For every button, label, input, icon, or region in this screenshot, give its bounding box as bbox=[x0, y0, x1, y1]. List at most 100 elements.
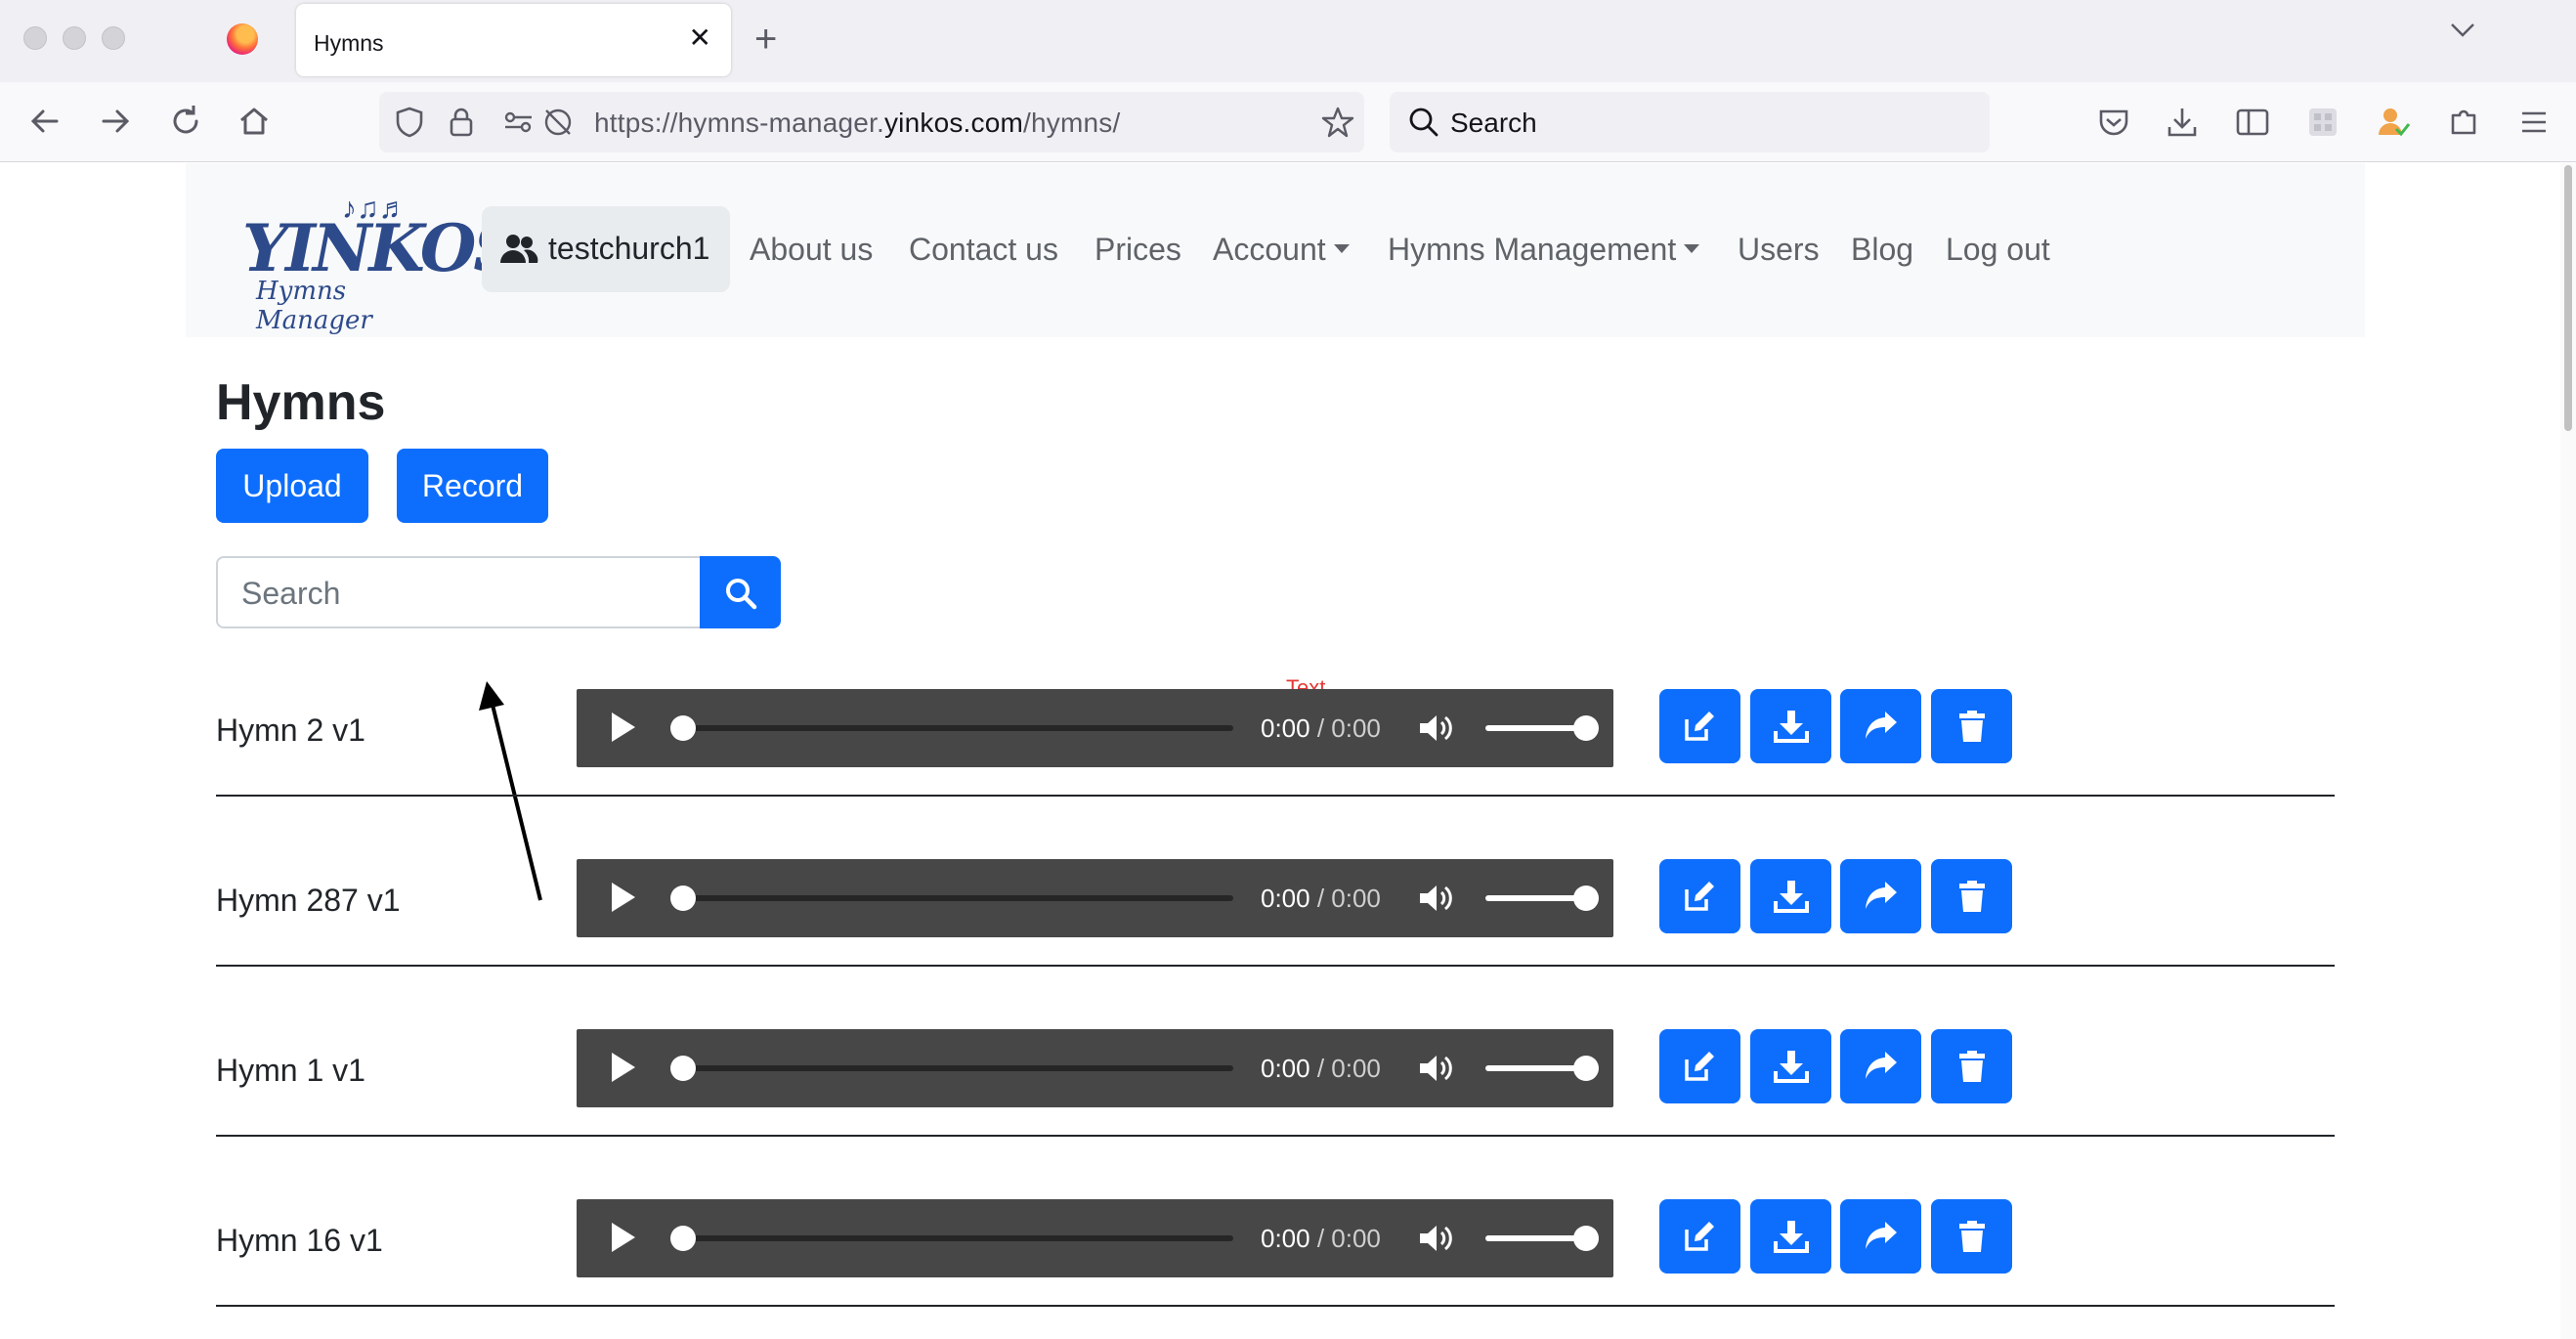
hymn-search-input[interactable]: Search bbox=[216, 556, 700, 628]
page-scrollbar[interactable] bbox=[2560, 163, 2576, 1339]
browser-search-bar[interactable]: Search bbox=[1390, 92, 1990, 152]
seek-knob[interactable] bbox=[670, 1056, 696, 1081]
bookmark-star-icon[interactable] bbox=[1321, 106, 1354, 139]
share-icon bbox=[1866, 1222, 1897, 1249]
share-icon bbox=[1866, 882, 1897, 909]
extension-grid-icon[interactable] bbox=[2304, 104, 2341, 141]
window-minimize-control[interactable] bbox=[63, 26, 86, 50]
play-icon[interactable] bbox=[612, 1053, 635, 1082]
seek-bar[interactable] bbox=[670, 715, 1233, 741]
seek-knob[interactable] bbox=[670, 885, 696, 911]
play-icon[interactable] bbox=[612, 883, 635, 912]
url-domain: yinkos.com bbox=[883, 108, 1024, 138]
back-arrow-icon[interactable] bbox=[25, 102, 64, 141]
share-button[interactable] bbox=[1840, 1199, 1921, 1274]
download-button[interactable] bbox=[1750, 1199, 1831, 1274]
download-button[interactable] bbox=[1750, 689, 1831, 763]
shield-icon[interactable] bbox=[395, 106, 424, 139]
home-icon[interactable] bbox=[235, 102, 274, 141]
upload-button[interactable]: Upload bbox=[216, 449, 368, 523]
volume-slider[interactable] bbox=[1485, 1056, 1599, 1081]
tab-close-icon[interactable]: ✕ bbox=[689, 23, 711, 53]
time-separator: / bbox=[1309, 713, 1332, 743]
account-avatar-icon[interactable] bbox=[2375, 104, 2412, 141]
browser-tab-active[interactable]: Hymns ✕ bbox=[296, 4, 731, 76]
pocket-icon[interactable] bbox=[2095, 104, 2132, 141]
volume-knob[interactable] bbox=[1573, 1226, 1599, 1251]
play-icon[interactable] bbox=[612, 1223, 635, 1252]
nav-account-dropdown[interactable]: Account bbox=[1213, 232, 1350, 268]
hamburger-menu-icon[interactable] bbox=[2515, 104, 2553, 141]
nav-contact-link[interactable]: Contact us bbox=[909, 232, 1058, 268]
volume-icon[interactable] bbox=[1417, 883, 1456, 914]
download-button[interactable] bbox=[1750, 859, 1831, 933]
reload-icon[interactable] bbox=[166, 102, 205, 141]
window-zoom-control[interactable] bbox=[102, 26, 125, 50]
nav-blog-link[interactable]: Blog bbox=[1851, 232, 1913, 268]
downloads-icon[interactable] bbox=[2164, 104, 2201, 141]
nav-prices-link[interactable]: Prices bbox=[1095, 232, 1181, 268]
yinkos-logo[interactable]: ♪♫♬ YINKOS Hymns Manager bbox=[225, 193, 520, 335]
user-account-pill[interactable]: testchurch1 bbox=[482, 206, 730, 292]
permissions-icon[interactable] bbox=[502, 106, 536, 139]
caret-down-icon bbox=[1684, 244, 1700, 254]
total-time: 0:00 bbox=[1331, 1224, 1381, 1253]
tracking-protection-icon[interactable] bbox=[541, 106, 575, 139]
seek-bar[interactable] bbox=[670, 1056, 1233, 1081]
nav-hymns-management-label: Hymns Management bbox=[1388, 232, 1677, 267]
download-button[interactable] bbox=[1750, 1029, 1831, 1103]
lock-icon[interactable] bbox=[448, 106, 475, 139]
time-readout: 0:00 / 0:00 bbox=[1261, 884, 1381, 914]
audio-player: 0:00 / 0:00 bbox=[577, 859, 1613, 937]
volume-slider[interactable] bbox=[1485, 715, 1599, 741]
seek-knob[interactable] bbox=[670, 1226, 696, 1251]
delete-button[interactable] bbox=[1931, 1029, 2012, 1103]
nav-users-link[interactable]: Users bbox=[1738, 232, 1820, 268]
edit-button[interactable] bbox=[1659, 859, 1740, 933]
volume-icon[interactable] bbox=[1417, 1053, 1456, 1084]
nav-about-link[interactable]: About us bbox=[750, 232, 873, 268]
firefox-view-icon[interactable] bbox=[227, 23, 258, 55]
seek-knob[interactable] bbox=[670, 715, 696, 741]
edit-button[interactable] bbox=[1659, 1199, 1740, 1274]
window-close-control[interactable] bbox=[23, 26, 47, 50]
volume-icon[interactable] bbox=[1417, 1223, 1456, 1254]
current-time: 0:00 bbox=[1261, 1224, 1310, 1253]
time-separator: / bbox=[1309, 1054, 1332, 1083]
volume-slider[interactable] bbox=[1485, 1226, 1599, 1251]
new-tab-button[interactable]: + bbox=[754, 18, 777, 61]
seek-bar[interactable] bbox=[670, 1226, 1233, 1251]
edit-icon bbox=[1685, 882, 1714, 911]
address-bar[interactable]: https://hymns-manager.yinkos.com/hymns/ bbox=[379, 92, 1364, 152]
volume-slider[interactable] bbox=[1485, 885, 1599, 911]
delete-button[interactable] bbox=[1931, 1199, 2012, 1274]
edit-button[interactable] bbox=[1659, 689, 1740, 763]
tab-list-chevron-icon[interactable] bbox=[2449, 22, 2476, 39]
scrollbar-thumb[interactable] bbox=[2564, 165, 2572, 431]
nav-logout-link[interactable]: Log out bbox=[1946, 232, 2050, 268]
nav-hymns-management-dropdown[interactable]: Hymns Management bbox=[1388, 232, 1700, 268]
time-separator: / bbox=[1309, 884, 1332, 913]
url-text[interactable]: https://hymns-manager.yinkos.com/hymns/ bbox=[594, 108, 1120, 139]
share-button[interactable] bbox=[1840, 689, 1921, 763]
record-button[interactable]: Record bbox=[397, 449, 548, 523]
volume-knob[interactable] bbox=[1573, 715, 1599, 741]
forward-arrow-icon[interactable] bbox=[96, 102, 135, 141]
hymn-row: Hymn 287 v1 0:00 / 0:00 bbox=[216, 824, 2335, 994]
sidebar-icon[interactable] bbox=[2234, 104, 2271, 141]
hymn-search-button[interactable] bbox=[700, 556, 781, 628]
share-button[interactable] bbox=[1840, 1029, 1921, 1103]
edit-button[interactable] bbox=[1659, 1029, 1740, 1103]
play-icon[interactable] bbox=[612, 713, 635, 742]
delete-button[interactable] bbox=[1931, 689, 2012, 763]
hymn-row: Hymn 1 v1 0:00 / 0:00 bbox=[216, 994, 2335, 1164]
volume-knob[interactable] bbox=[1573, 885, 1599, 911]
seek-bar[interactable] bbox=[670, 885, 1233, 911]
time-readout: 0:00 / 0:00 bbox=[1261, 713, 1381, 744]
volume-knob[interactable] bbox=[1573, 1056, 1599, 1081]
volume-icon[interactable] bbox=[1417, 713, 1456, 744]
hymn-row: Hymn 2 v1 0:00 / 0:00 bbox=[216, 654, 2335, 824]
extensions-puzzle-icon[interactable] bbox=[2445, 104, 2482, 141]
delete-button[interactable] bbox=[1931, 859, 2012, 933]
share-button[interactable] bbox=[1840, 859, 1921, 933]
